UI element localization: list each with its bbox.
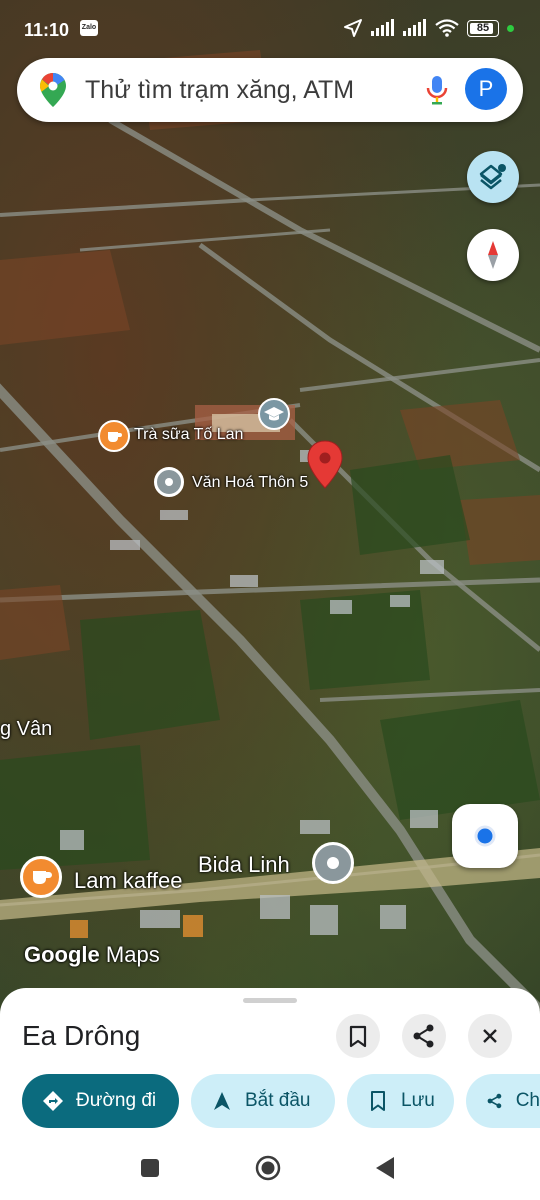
compass-button[interactable] xyxy=(467,229,519,281)
layers-button[interactable] xyxy=(467,151,519,203)
cafe-poi-icon[interactable] xyxy=(20,856,62,898)
cafe-poi-icon[interactable] xyxy=(98,420,130,452)
share-icon-button[interactable] xyxy=(402,1014,446,1058)
share-chip-button[interactable]: Ch xyxy=(466,1074,540,1128)
poi-label-tra-sua[interactable]: Trà sữa Tố Lan xyxy=(134,426,243,444)
watermark-maps: Maps xyxy=(105,942,160,967)
battery-level: 85 xyxy=(476,21,490,34)
directions-icon xyxy=(43,1091,63,1111)
back-icon[interactable] xyxy=(374,1155,396,1181)
share-icon xyxy=(487,1093,502,1109)
signal-icon xyxy=(403,19,426,36)
signal-icon xyxy=(371,19,394,36)
save-icon-button[interactable] xyxy=(336,1014,380,1058)
battery-icon: 85 xyxy=(467,19,499,37)
bookmark-icon xyxy=(371,1091,385,1111)
navigation-arrow-icon xyxy=(214,1092,230,1110)
account-avatar[interactable]: P xyxy=(465,68,507,110)
google-maps-watermark: Google Maps xyxy=(24,942,160,968)
place-poi-icon[interactable] xyxy=(312,842,354,884)
poi-label-van-hoa[interactable]: Văn Hoá Thôn 5 xyxy=(192,474,308,492)
directions-button[interactable]: Đường đi xyxy=(22,1074,179,1128)
system-nav-bar xyxy=(0,1140,540,1200)
zalo-notification-icon: Zalo xyxy=(80,20,98,36)
my-location-button[interactable] xyxy=(452,804,518,868)
start-button[interactable]: Bắt đầu xyxy=(191,1074,335,1128)
status-time: 11:10 xyxy=(24,20,70,40)
close-button[interactable] xyxy=(468,1014,512,1058)
place-poi-icon[interactable] xyxy=(154,467,184,497)
poi-label-bida-linh[interactable]: Bida Linh xyxy=(198,852,290,878)
wifi-icon xyxy=(435,19,459,37)
share-icon xyxy=(413,1024,434,1048)
recents-icon[interactable] xyxy=(141,1159,159,1177)
home-icon[interactable] xyxy=(255,1155,281,1181)
mic-indicator-dot xyxy=(507,24,514,32)
save-button[interactable]: Lưu xyxy=(347,1074,454,1128)
share-label: Ch xyxy=(515,1090,540,1111)
save-label: Lưu xyxy=(401,1090,435,1111)
sheet-drag-handle[interactable] xyxy=(243,998,297,1003)
poi-label-lam-kaffee[interactable]: Lam kaffee xyxy=(74,868,182,894)
compass-icon xyxy=(488,241,498,269)
bookmark-icon xyxy=(349,1025,367,1048)
directions-label: Đường đi xyxy=(76,1090,157,1111)
search-bar[interactable]: Thử tìm trạm xăng, ATM P xyxy=(17,58,523,122)
watermark-google: Google xyxy=(24,942,100,967)
search-input[interactable]: Thử tìm trạm xăng, ATM xyxy=(85,76,354,105)
microphone-icon[interactable] xyxy=(425,74,449,106)
close-icon xyxy=(483,1029,497,1043)
place-title: Ea Drông xyxy=(22,1020,141,1051)
school-poi-icon[interactable] xyxy=(258,398,290,430)
google-maps-logo-icon xyxy=(40,73,66,107)
status-bar: 11:10 Zalo 85 xyxy=(0,0,540,58)
place-pin-icon[interactable] xyxy=(306,440,344,490)
start-label: Bắt đầu xyxy=(245,1090,311,1111)
layers-icon xyxy=(479,164,506,190)
my-location-icon xyxy=(474,825,496,847)
location-arrow-icon xyxy=(344,19,362,37)
area-label: g Vân xyxy=(0,718,53,740)
